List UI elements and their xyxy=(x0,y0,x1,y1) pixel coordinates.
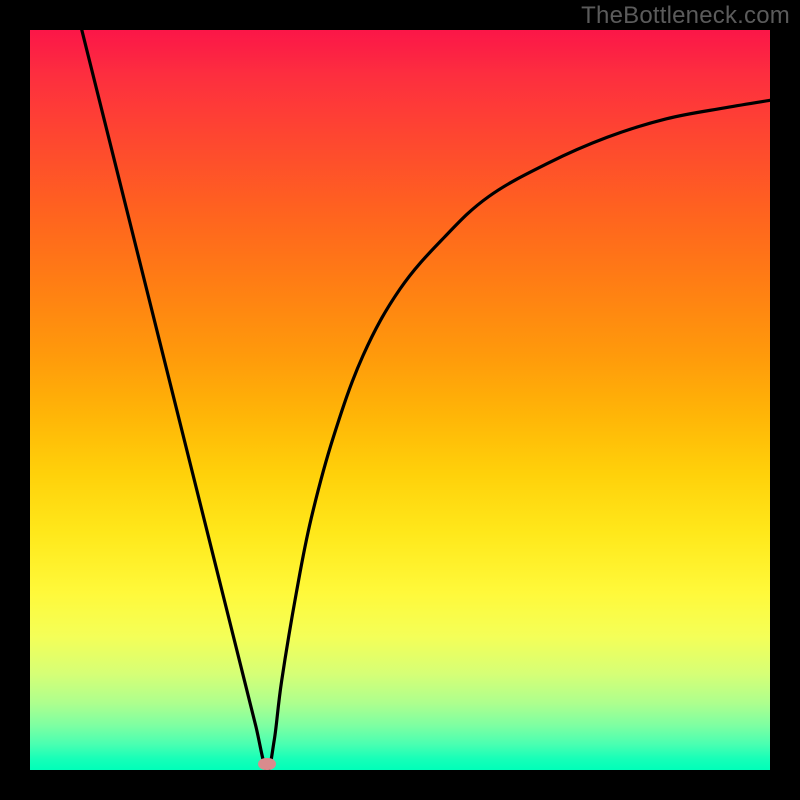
watermark-text: TheBottleneck.com xyxy=(581,2,790,30)
curve-path xyxy=(82,30,770,770)
optimum-marker xyxy=(258,758,276,770)
plot-area xyxy=(30,30,770,770)
curve-svg xyxy=(30,30,770,770)
chart-frame: TheBottleneck.com xyxy=(0,0,800,800)
